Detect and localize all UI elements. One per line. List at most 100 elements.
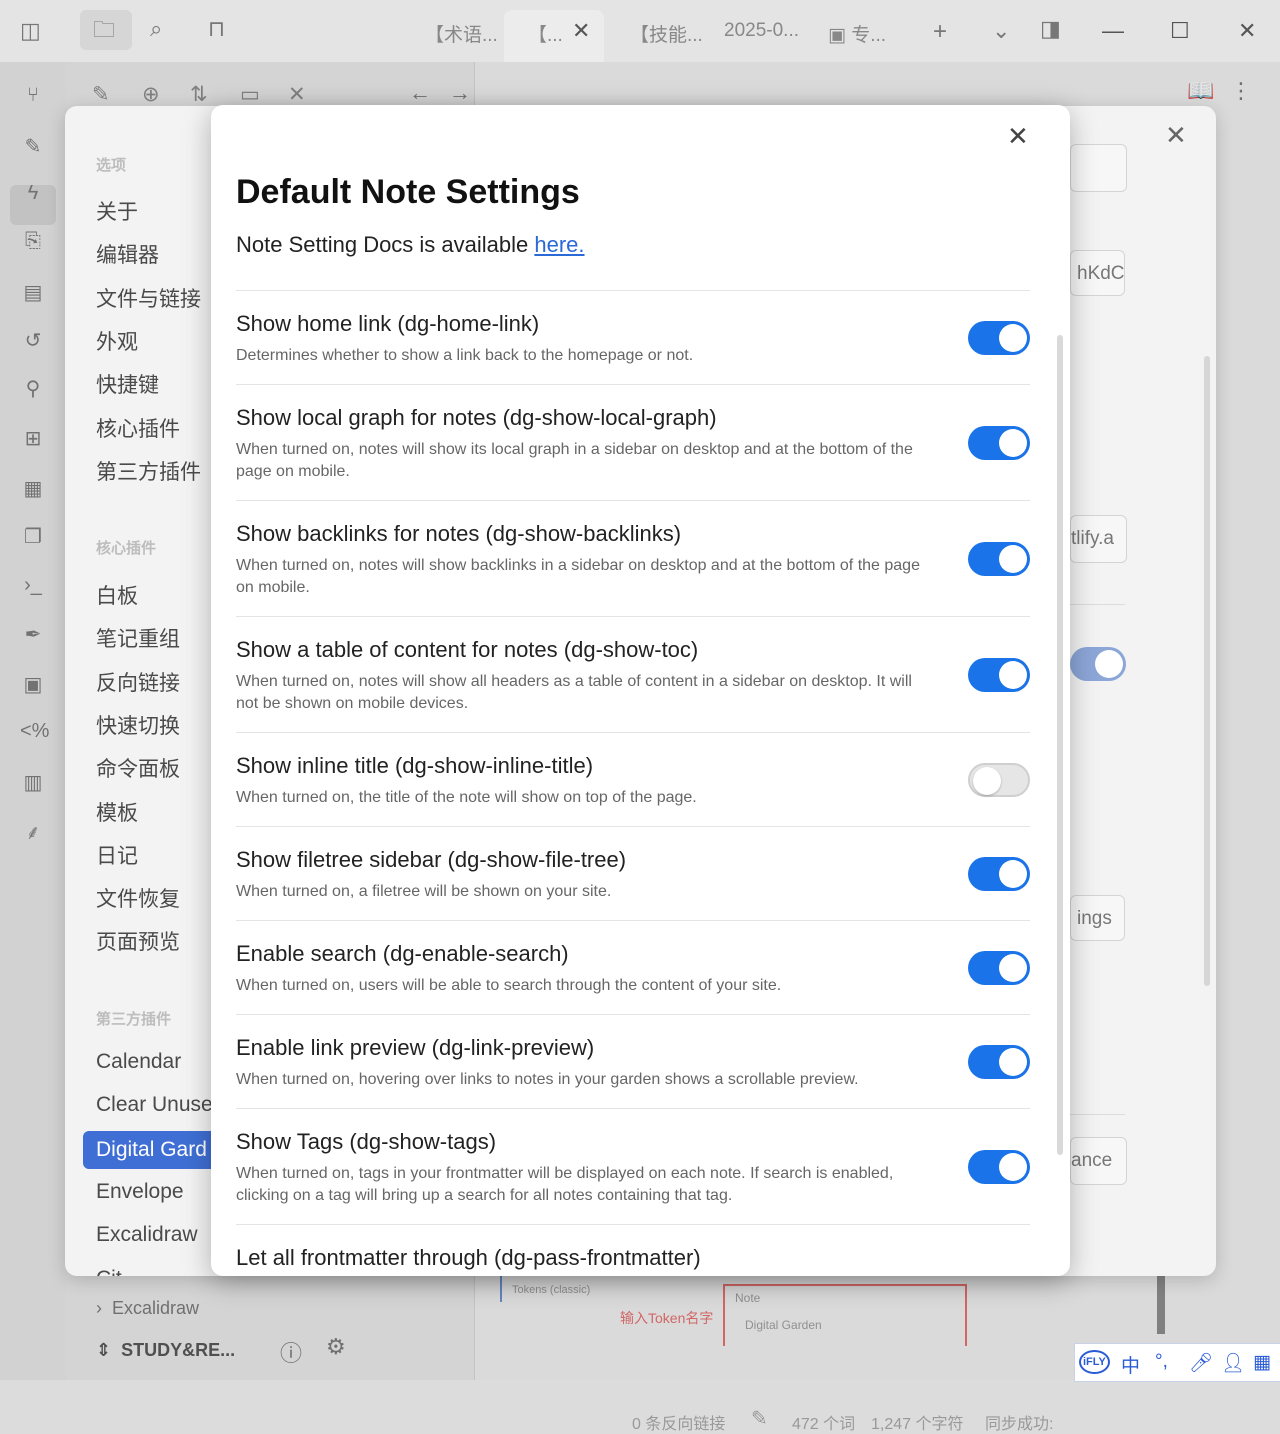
setting-name: Show Tags (dg-show-tags) [236,1129,497,1154]
settings-scrollbar[interactable] [1204,356,1210,986]
setting-row: Show a table of content for notes (dg-sh… [236,616,1030,732]
setting-description: When turned on, notes will show its loca… [236,441,913,480]
setting-name: Enable search (dg-enable-search) [236,941,569,966]
sidebar-toggle-icon[interactable]: ◫ [20,20,41,42]
setting-description: Determines whether to show a link back t… [236,347,694,364]
core-plugin-item[interactable]: 文件恢复 [96,883,180,913]
ifly-logo-icon[interactable]: iFLY [1079,1350,1110,1374]
settings-close-icon[interactable]: ✕ [1165,120,1187,151]
core-plugin-item[interactable]: 快速切换 [96,710,180,740]
setting-name: Show local graph for notes (dg-show-loca… [236,405,717,430]
settings-nav-about[interactable]: 关于 [96,196,138,226]
setting-row: Show Tags (dg-show-tags) When turned on, … [236,1108,1030,1224]
tab-active-label: 【... [528,25,563,46]
minimize-icon[interactable]: — [1102,18,1124,44]
status-words: 472 个词 [792,1416,856,1433]
status-backlinks[interactable]: 0 条反向链接 [632,1410,725,1434]
settings-nav-editor[interactable]: 编辑器 [96,239,159,269]
setting-field-1[interactable] [1070,144,1127,192]
close-window-icon[interactable]: ✕ [1238,18,1256,44]
dialog-scrollbar[interactable] [1057,335,1063,1155]
setting-toggle[interactable] [968,657,1030,692]
bookmark-icon[interactable]: ⊓ [208,18,225,40]
setting-toggle[interactable] [968,320,1030,355]
dialog-title: Default Note Settings [236,173,580,211]
community-plugin-item[interactable]: Digital Gard [83,1131,228,1169]
community-plugin-item[interactable]: Calendar [96,1050,181,1074]
tab-5[interactable]: ▣ 专... [828,20,886,47]
core-plugin-item[interactable]: 反向链接 [96,667,180,697]
ime-toolbar: iFLY 中 °, 🎤︎ 👤︎ ▦ [1074,1343,1280,1382]
setting-toggle[interactable] [968,950,1030,985]
setting-row: Let all frontmatter through (dg-pass-fro… [236,1224,1030,1276]
close-icon[interactable]: ✕ [1007,121,1029,152]
core-plugin-item[interactable]: 命令面板 [96,753,180,783]
settings-nav-files-links[interactable]: 文件与链接 [96,283,201,313]
mic-icon[interactable]: 🎤︎ [1189,1351,1213,1375]
setting-toggle[interactable] [968,425,1030,460]
default-note-settings-dialog: ✕ Default Note Settings Note Setting Doc… [211,105,1070,1276]
folder-icon[interactable]: 🗀 [93,19,115,41]
user-icon[interactable]: 👤︎ [1221,1351,1245,1375]
section-community-plugins: 第三方插件 [96,1011,172,1028]
setting-name: Enable link preview (dg-link-preview) [236,1035,595,1060]
setting-field-2[interactable]: hKdC [1070,250,1125,296]
appearance-button[interactable]: ance [1070,1137,1127,1185]
search-icon[interactable]: ⌕ [150,18,162,40]
setting-name: Show inline title (dg-show-inline-title) [236,753,594,778]
docs-text: Note Setting Docs is available [236,232,535,257]
setting-description: When turned on, notes will show all head… [236,673,912,712]
settings-sidebar: 选项 关于 编辑器 文件与链接 外观 快捷键 核心插件 第三方插件 核心插件 白板 笔记重组 反向链接… [65,106,228,1277]
core-plugin-item[interactable]: 日记 [96,840,138,870]
status-chars: 1,247 个字符 [871,1416,964,1433]
tab-4[interactable]: 2025-0... [724,20,799,42]
manage-button[interactable]: ings [1070,895,1125,941]
settings-nav-core-plugins[interactable]: 核心插件 [96,413,180,443]
core-plugin-item[interactable]: 笔记重组 [96,623,180,653]
maximize-icon[interactable]: ☐ [1170,18,1190,44]
setting-name: Show filetree sidebar (dg-show-file-tree… [236,847,627,872]
tab-1[interactable]: 【术语... [425,20,498,47]
settings-nav-community-plugins[interactable]: 第三方插件 [96,456,201,486]
community-plugin-item[interactable]: Cit [96,1267,122,1277]
sidebar-right-icon[interactable]: ◨ [1040,18,1061,40]
setting-toggle[interactable] [968,541,1030,576]
setting-description: When turned on, the title of the note wi… [236,789,697,806]
setting-row: Show home link (dg-home-link) Determines … [236,290,1030,384]
ime-lang-toggle[interactable]: 中 [1121,1351,1140,1378]
title-bar: ◫ 🗀 ⌕ ⊓ 【术语... 【... ✕ 【技能... 2025-0... ▣… [0,0,1280,62]
tab-3[interactable]: 【技能... [630,20,703,47]
tab-5-label: 专... [851,25,887,46]
setting-row: Show filetree sidebar (dg-show-file-tree… [236,826,1030,920]
tab-close-icon[interactable]: ✕ [572,18,590,44]
settings-nav-appearance[interactable]: 外观 [96,326,138,356]
ime-punct-toggle[interactable]: °, [1155,1351,1168,1373]
section-options: 选项 [96,157,127,174]
setting-field-3[interactable]: tlify.a [1070,515,1127,563]
edit-pen-icon[interactable]: ✎ [751,1406,768,1431]
setting-description: When turned on, tags in your frontmatter… [236,1165,894,1204]
status-sync[interactable]: 同步成功: [985,1410,1053,1434]
core-plugin-item[interactable]: 页面预览 [96,926,180,956]
setting-row: Show local graph for notes (dg-show-loca… [236,384,1030,500]
community-plugin-item[interactable]: Clear Unuse [96,1093,213,1117]
setting-toggle[interactable] [968,1044,1030,1079]
plus-icon[interactable]: + [933,20,947,44]
community-plugin-item[interactable]: Envelope [96,1180,184,1204]
tab-active[interactable]: 【... ✕ [504,10,604,62]
community-plugin-item[interactable]: Excalidraw [96,1223,198,1247]
docs-link[interactable]: here. [534,232,584,257]
apps-icon[interactable]: ▦ [1253,1351,1271,1374]
setting-toggle[interactable] [968,856,1030,891]
setting-description: When turned on, users will be able to se… [236,977,782,994]
chevron-down-icon[interactable]: ⌄ [992,20,1010,42]
settings-nav-hotkeys[interactable]: 快捷键 [96,369,159,399]
setting-name: Show backlinks for notes (dg-show-backli… [236,521,682,546]
setting-divider [1070,604,1125,605]
setting-row: Show inline title (dg-show-inline-title)… [236,732,1030,826]
setting-toggle[interactable] [968,1149,1030,1184]
setting-toggle[interactable] [1070,647,1126,681]
core-plugin-item[interactable]: 模板 [96,797,138,827]
setting-toggle[interactable] [968,762,1030,797]
core-plugin-item[interactable]: 白板 [96,580,138,610]
